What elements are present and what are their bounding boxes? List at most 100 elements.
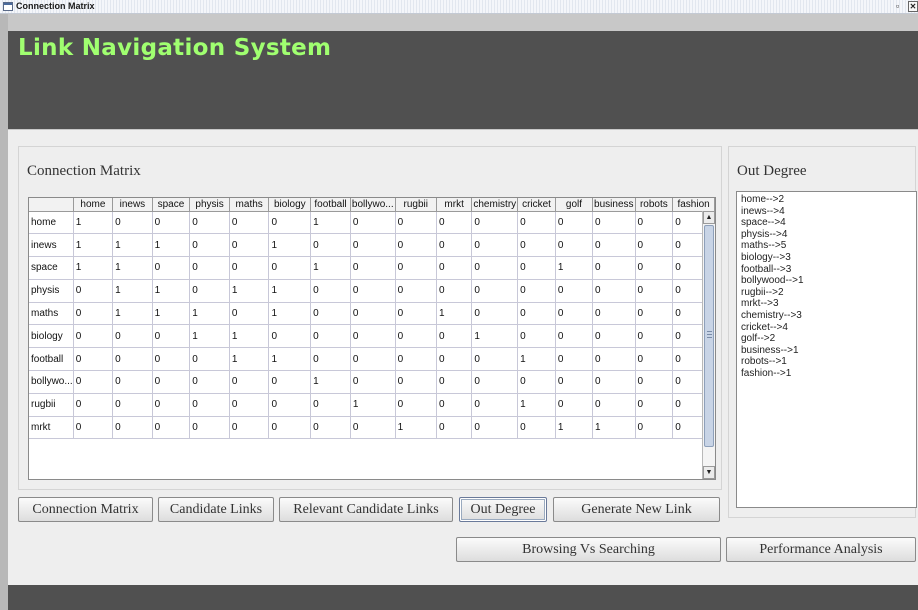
matrix-cell[interactable]: 0 (471, 347, 519, 372)
matrix-cell[interactable]: 0 (555, 233, 594, 258)
matrix-cell[interactable]: 1 (152, 233, 191, 258)
matrix-cell[interactable]: 0 (350, 416, 396, 440)
row-header-cell[interactable]: home (29, 211, 74, 235)
column-header[interactable]: rugbii (395, 198, 437, 212)
matrix-cell[interactable]: 0 (229, 393, 270, 417)
row-header-cell[interactable]: biology (29, 324, 74, 349)
window-titlebar[interactable]: Connection Matrix ▫ ✕ (0, 0, 918, 14)
list-item[interactable]: maths-->5 (741, 240, 912, 252)
matrix-cell[interactable]: 1 (350, 393, 396, 417)
matrix-cell[interactable]: 0 (152, 416, 191, 440)
matrix-cell[interactable]: 0 (555, 302, 594, 326)
matrix-cell[interactable]: 0 (395, 211, 437, 235)
matrix-cell[interactable]: 1 (436, 302, 473, 326)
matrix-cell[interactable]: 0 (592, 279, 636, 303)
matrix-cell[interactable]: 0 (189, 416, 230, 440)
matrix-cell[interactable]: 0 (436, 279, 473, 303)
matrix-cell[interactable]: 0 (152, 324, 191, 349)
column-header[interactable]: inews (112, 198, 153, 212)
row-header-cell[interactable]: rugbii (29, 393, 74, 417)
matrix-cell[interactable]: 1 (152, 302, 191, 326)
table-row[interactable]: space 1 1 0 0 0 0 1 0 0 0 0 0 1 0 0 0 (29, 256, 715, 280)
matrix-cell[interactable]: 1 (73, 233, 114, 258)
row-header-cell[interactable]: bollywo... (29, 370, 74, 394)
matrix-cell[interactable]: 0 (268, 256, 312, 280)
matrix-cell[interactable]: 0 (395, 370, 437, 394)
matrix-cell[interactable]: 1 (229, 279, 270, 303)
matrix-cell[interactable]: 0 (229, 233, 270, 258)
matrix-cell[interactable]: 1 (112, 256, 153, 280)
column-header[interactable]: business (592, 198, 636, 212)
matrix-cell[interactable]: 0 (635, 302, 674, 326)
matrix-cell[interactable]: 0 (517, 256, 556, 280)
matrix-cell[interactable]: 0 (73, 393, 114, 417)
matrix-cell[interactable]: 0 (635, 256, 674, 280)
out-degree-list[interactable]: home-->2 inews-->4 space-->4 physis-->4 math… (736, 191, 917, 508)
matrix-cell[interactable]: 0 (555, 279, 594, 303)
row-header-cell[interactable]: football (29, 347, 74, 372)
matrix-cell[interactable]: 1 (310, 256, 351, 280)
matrix-cell[interactable]: 0 (268, 393, 312, 417)
matrix-cell[interactable]: 0 (268, 416, 312, 440)
connection-matrix-table[interactable]: home inews space physis maths biology football… (29, 198, 715, 440)
matrix-cell[interactable]: 0 (152, 370, 191, 394)
matrix-cell[interactable]: 0 (436, 370, 473, 394)
matrix-cell[interactable]: 1 (73, 256, 114, 280)
matrix-cell[interactable]: 0 (152, 347, 191, 372)
row-header-cell[interactable]: physis (29, 279, 74, 303)
table-row[interactable]: maths 0 1 1 1 0 1 0 0 0 1 0 0 0 0 0 0 (29, 302, 715, 326)
matrix-cell[interactable]: 0 (517, 233, 556, 258)
matrix-cell[interactable]: 0 (635, 279, 674, 303)
matrix-cell[interactable]: 0 (395, 324, 437, 349)
matrix-cell[interactable]: 0 (112, 416, 153, 440)
table-row[interactable]: football 0 0 0 0 1 1 0 0 0 0 0 1 0 0 0 0 (29, 347, 715, 372)
matrix-cell[interactable]: 0 (268, 370, 312, 394)
matrix-cell[interactable]: 0 (112, 370, 153, 394)
candidate-links-button[interactable]: Candidate Links (158, 497, 274, 522)
matrix-cell[interactable]: 0 (310, 279, 351, 303)
matrix-cell[interactable]: 0 (635, 347, 674, 372)
matrix-cell[interactable]: 0 (229, 370, 270, 394)
column-header[interactable]: mrkt (436, 198, 473, 212)
browsing-vs-searching-button[interactable]: Browsing Vs Searching (456, 537, 721, 562)
matrix-cell[interactable]: 0 (471, 370, 519, 394)
matrix-cell[interactable]: 0 (152, 256, 191, 280)
matrix-cell[interactable]: 1 (112, 279, 153, 303)
matrix-cell[interactable]: 0 (635, 211, 674, 235)
matrix-cell[interactable]: 0 (395, 279, 437, 303)
matrix-cell[interactable]: 1 (229, 347, 270, 372)
matrix-cell[interactable]: 0 (189, 211, 230, 235)
relevant-candidate-links-button[interactable]: Relevant Candidate Links (279, 497, 453, 522)
matrix-cell[interactable]: 0 (517, 324, 556, 349)
matrix-cell[interactable]: 0 (555, 211, 594, 235)
column-header[interactable]: maths (229, 198, 270, 212)
matrix-cell[interactable]: 0 (471, 302, 519, 326)
matrix-cell[interactable]: 0 (350, 324, 396, 349)
list-item[interactable]: business-->1 (741, 345, 912, 357)
column-header[interactable]: bollywo... (350, 198, 396, 212)
performance-analysis-button[interactable]: Performance Analysis (726, 537, 916, 562)
matrix-cell[interactable]: 0 (189, 393, 230, 417)
matrix-cell[interactable]: 0 (635, 370, 674, 394)
matrix-cell[interactable]: 0 (310, 347, 351, 372)
matrix-cell[interactable]: 1 (268, 233, 312, 258)
matrix-cell[interactable]: 0 (592, 211, 636, 235)
scroll-down-button[interactable]: ▼ (703, 466, 715, 479)
matrix-cell[interactable]: 0 (436, 256, 473, 280)
table-row[interactable]: bollywo... 0 0 0 0 0 0 1 0 0 0 0 0 0 0 0 0 (29, 370, 715, 394)
list-item[interactable]: physis-->4 (741, 229, 912, 241)
matrix-cell[interactable]: 0 (229, 416, 270, 440)
matrix-cell[interactable]: 1 (229, 324, 270, 349)
column-header[interactable]: space (152, 198, 191, 212)
table-row[interactable]: home 1 0 0 0 0 0 1 0 0 0 0 0 0 0 0 0 (29, 211, 715, 235)
table-corner-header[interactable] (29, 198, 74, 212)
matrix-cell[interactable]: 0 (350, 302, 396, 326)
matrix-cell[interactable]: 0 (471, 416, 519, 440)
matrix-cell[interactable]: 0 (592, 324, 636, 349)
matrix-cell[interactable]: 0 (310, 324, 351, 349)
list-item[interactable]: rugbii-->2 (741, 287, 912, 299)
matrix-cell[interactable]: 0 (592, 347, 636, 372)
matrix-cell[interactable]: 0 (395, 302, 437, 326)
matrix-cell[interactable]: 0 (350, 279, 396, 303)
matrix-cell[interactable]: 0 (73, 324, 114, 349)
